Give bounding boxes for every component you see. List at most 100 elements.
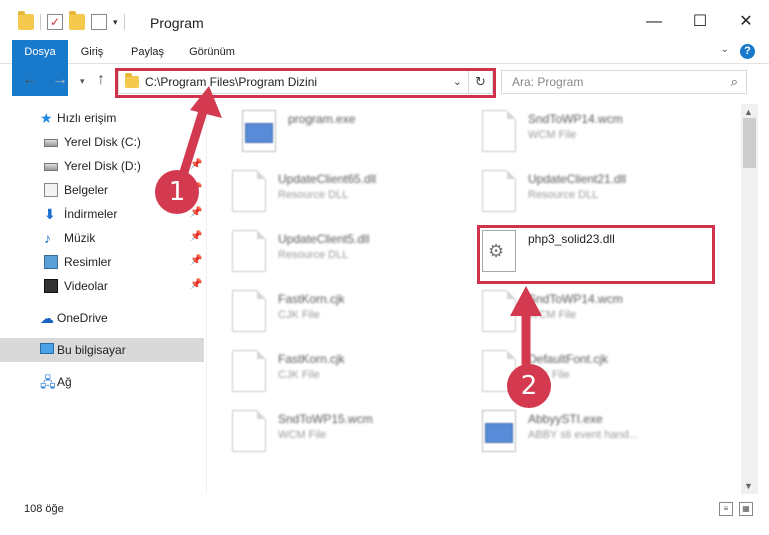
sidebar-item-label: Resimler bbox=[64, 255, 112, 269]
file-item[interactable]: UpdateClient65.dll Resource DLL bbox=[214, 164, 454, 220]
sidebar-item-label: Videolar bbox=[64, 279, 108, 293]
file-item[interactable]: SndToWP15.wcm WCM File bbox=[214, 404, 454, 460]
file-item[interactable]: DefaultFont.cjk CJK File bbox=[464, 344, 704, 400]
file-highlight-box bbox=[477, 225, 715, 284]
recent-locations-dropdown[interactable]: ▾ bbox=[80, 76, 85, 87]
file-icon bbox=[232, 170, 266, 212]
customize-toolbar-dropdown[interactable]: ▾ bbox=[113, 17, 118, 28]
ribbon-tabs: Dosya Giriş Paylaş Görünüm ⌄ ? bbox=[0, 40, 769, 96]
step-badge-2: 2 bbox=[507, 364, 551, 408]
documents-icon bbox=[44, 183, 58, 197]
file-item[interactable]: program.exe bbox=[224, 104, 464, 160]
file-type: Resource DLL bbox=[278, 189, 349, 201]
file-item[interactable]: UpdateClient21.dll Resource DLL bbox=[464, 164, 704, 220]
file-name: SndToWP15.wcm bbox=[278, 412, 373, 426]
sidebar-item-music[interactable]: ♪ Müzik 📌 bbox=[0, 226, 204, 250]
pin-icon[interactable]: 📌 bbox=[190, 255, 202, 266]
file-name: UpdateClient65.dll bbox=[278, 172, 377, 186]
pin-icon[interactable]: 📌 bbox=[190, 231, 202, 242]
file-name: UpdateClient5.dll bbox=[278, 232, 370, 246]
file-icon bbox=[482, 110, 516, 152]
exe-window-graphic bbox=[245, 123, 273, 143]
up-button[interactable]: ↑ bbox=[97, 71, 105, 89]
file-list: program.exe SndToWP14.wcm WCM File Updat… bbox=[214, 104, 740, 494]
tab-home[interactable]: Giriş bbox=[72, 40, 112, 64]
scroll-thumb[interactable] bbox=[743, 118, 756, 168]
back-button[interactable]: ← bbox=[22, 71, 38, 89]
pane-divider[interactable] bbox=[206, 104, 207, 494]
address-highlight-box bbox=[115, 68, 496, 98]
disk-icon bbox=[44, 139, 58, 147]
search-icon[interactable]: ⌕ bbox=[731, 74, 738, 90]
sidebar-item-label: Belgeler bbox=[64, 183, 109, 197]
file-name: AbbyySTI.exe bbox=[528, 412, 603, 426]
sidebar-item-quick-access[interactable]: ★ Hızlı erişim bbox=[0, 106, 204, 130]
tab-share[interactable]: Paylaş bbox=[125, 40, 170, 64]
folder-icon[interactable] bbox=[18, 11, 34, 30]
help-icon[interactable]: ? bbox=[740, 44, 755, 59]
sidebar-item-label: İndirmeler bbox=[64, 207, 118, 221]
file-name: UpdateClient21.dll bbox=[528, 172, 627, 186]
view-switcher: ≡ ▦ bbox=[719, 502, 753, 516]
rename-icon[interactable] bbox=[91, 14, 107, 30]
file-name: DefaultFont.cjk bbox=[528, 352, 609, 366]
music-icon: ♪ bbox=[44, 230, 51, 246]
minimize-button[interactable]: — bbox=[631, 0, 677, 40]
forward-button[interactable]: → bbox=[52, 71, 68, 89]
file-item[interactable]: SndToWP14.wcm WCM File bbox=[464, 284, 704, 340]
details-view-button[interactable]: ≡ bbox=[719, 502, 733, 516]
tab-view[interactable]: Görünüm bbox=[181, 40, 243, 64]
file-item[interactable]: SndToWP14.wcm WCM File bbox=[464, 104, 704, 160]
exe-file-icon bbox=[482, 410, 516, 452]
file-item[interactable]: UpdateClient5.dll Resource DLL bbox=[214, 224, 454, 280]
file-type: WCM File bbox=[278, 429, 327, 441]
exe-file-icon bbox=[242, 110, 276, 152]
scroll-up-icon[interactable]: ▲ bbox=[744, 107, 753, 117]
file-type: WCM File bbox=[528, 309, 577, 321]
sidebar-item-videos[interactable]: Videolar 📌 bbox=[0, 274, 204, 298]
file-item[interactable]: FastKorn.cjk CJK File bbox=[214, 344, 454, 400]
search-box[interactable]: Ara: Program ⌕ bbox=[501, 70, 747, 94]
cloud-icon: ☁ bbox=[40, 310, 54, 326]
file-type: ABBY sti event hand... bbox=[528, 429, 638, 441]
close-button[interactable]: ✕ bbox=[723, 0, 769, 40]
maximize-button[interactable]: ☐ bbox=[677, 0, 723, 40]
sidebar-item-label: Bu bilgisayar bbox=[57, 343, 126, 357]
file-icon bbox=[232, 230, 266, 272]
vertical-scrollbar[interactable]: ▲ ▼ bbox=[741, 104, 758, 494]
title-bar: ✓ ▾ Program — ☐ ✕ bbox=[0, 0, 769, 40]
file-icon bbox=[232, 410, 266, 452]
scroll-down-icon[interactable]: ▼ bbox=[744, 481, 753, 491]
step-badge-1: 1 bbox=[155, 170, 199, 214]
sidebar-item-label: OneDrive bbox=[57, 311, 108, 325]
star-icon: ★ bbox=[40, 110, 53, 126]
sidebar-item-this-pc[interactable]: Bu bilgisayar bbox=[0, 338, 204, 362]
file-type: CJK File bbox=[278, 369, 320, 381]
large-icons-view-button[interactable]: ▦ bbox=[739, 502, 753, 516]
sidebar-item-onedrive[interactable]: ☁ OneDrive bbox=[0, 306, 204, 330]
file-type: WCM File bbox=[528, 129, 577, 141]
pin-icon[interactable]: 📌 bbox=[190, 279, 202, 290]
navigation-pane: ★ Hızlı erişim Yerel Disk (C:) Yerel Dis… bbox=[0, 104, 206, 494]
properties-check-icon[interactable]: ✓ bbox=[47, 14, 63, 30]
sidebar-item-local-disk-c[interactable]: Yerel Disk (C:) bbox=[0, 130, 204, 154]
file-name: SndToWP14.wcm bbox=[528, 112, 623, 126]
pin-icon[interactable]: 📌 bbox=[190, 207, 202, 218]
expand-ribbon-icon[interactable]: ⌄ bbox=[721, 44, 729, 55]
pin-icon[interactable]: 📌 bbox=[190, 159, 202, 170]
file-item[interactable]: AbbyySTI.exe ABBY sti event hand... bbox=[464, 404, 704, 460]
sidebar-item-pictures[interactable]: Resimler 📌 bbox=[0, 250, 204, 274]
file-icon bbox=[232, 290, 266, 332]
file-name: FastKorn.cjk bbox=[278, 352, 345, 366]
sidebar-item-label: Yerel Disk (C:) bbox=[64, 135, 141, 149]
sidebar-item-label: Müzik bbox=[64, 231, 96, 245]
pc-icon bbox=[40, 343, 54, 354]
videos-icon bbox=[44, 279, 58, 293]
file-icon bbox=[482, 290, 516, 332]
quick-access-toolbar: ✓ ▾ bbox=[18, 11, 125, 30]
search-input[interactable]: Ara: Program bbox=[512, 75, 583, 89]
sidebar-item-network[interactable]: 🖧 Ağ bbox=[0, 370, 204, 394]
file-item[interactable]: FastKorn.cjk CJK File bbox=[214, 284, 454, 340]
new-folder-icon[interactable] bbox=[69, 11, 85, 30]
file-name: FastKorn.cjk bbox=[278, 292, 345, 306]
